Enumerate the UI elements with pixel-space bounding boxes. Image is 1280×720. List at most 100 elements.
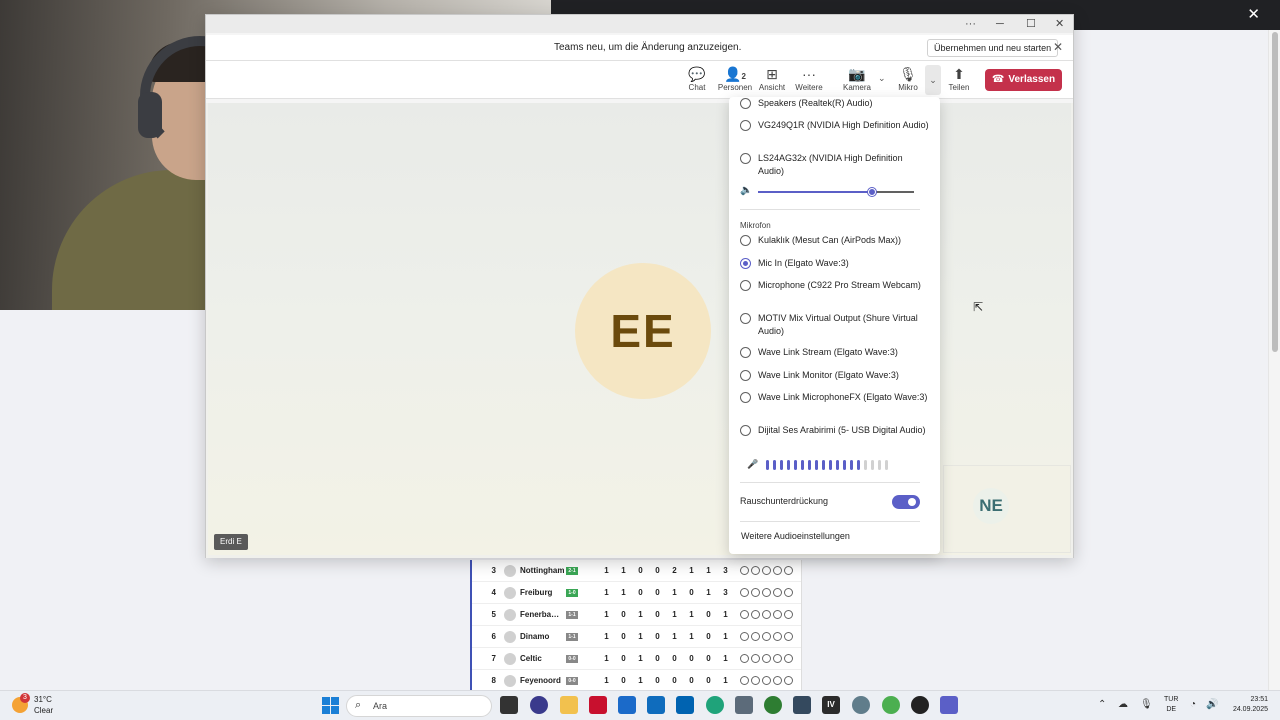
network-tray-icon[interactable]: ☁: [1118, 699, 1128, 710]
radio-button[interactable]: [740, 280, 751, 291]
chevron-up-icon[interactable]: ⌃: [1098, 699, 1106, 710]
form-dot: [784, 654, 793, 663]
mic-level-bar: [829, 459, 833, 470]
team-name[interactable]: Dinamo: [520, 632, 566, 641]
team-rank: 6: [491, 632, 496, 641]
table-row[interactable]: 4 Freiburg 1-0 1 1 0 0 1 0 1 3: [472, 582, 801, 604]
radio-button[interactable]: [740, 313, 751, 324]
form-dots: [740, 632, 793, 641]
share-button[interactable]: ⬆ Teilen: [937, 66, 981, 94]
volume-track[interactable]: [758, 188, 914, 196]
speaker-option[interactable]: LS24AG32x (NVIDIA High Definition Audio): [740, 152, 930, 178]
security-app-icon[interactable]: [589, 696, 607, 714]
editor-app-icon[interactable]: [618, 696, 636, 714]
microphone-option[interactable]: Wave Link Monitor (Elgato Wave:3): [740, 369, 930, 382]
taskbar: 3 31°C Clear ⌕ Ara IV ⌃ ☁ 🎙 TUR DE ◔ 🔊 2…: [0, 690, 1280, 720]
volume-icon[interactable]: 🔊: [1206, 699, 1218, 710]
table-row[interactable]: 8 Feyenoord 0-0 1 0 1 0 0 0 0 1: [472, 670, 801, 690]
participant-avatar: EE: [575, 263, 711, 399]
microphone-option[interactable]: Microphone (C922 Pro Stream Webcam): [740, 279, 930, 292]
form-dot: [762, 588, 771, 597]
team-rank: 4: [491, 588, 496, 597]
team-name[interactable]: Feyenoord: [520, 676, 566, 685]
input-language-indicator[interactable]: TUR DE: [1164, 695, 1178, 715]
camera-button[interactable]: 📷 Kamera: [835, 66, 879, 94]
close-window-icon[interactable]: ✕: [1055, 17, 1064, 31]
team-stat: 0: [706, 654, 711, 663]
iv-app-icon[interactable]: IV: [822, 696, 840, 714]
leave-button[interactable]: ☎ Verlassen: [985, 69, 1062, 91]
team-name[interactable]: Freiburg: [520, 588, 566, 597]
microphone-option[interactable]: MOTIV Mix Virtual Output (Shure Virtual …: [740, 312, 930, 338]
radio-button[interactable]: [740, 370, 751, 381]
start-button[interactable]: [322, 697, 339, 714]
microphone-option-label: Microphone (C922 Pro Stream Webcam): [758, 280, 921, 290]
radio-button[interactable]: [740, 392, 751, 403]
chrome-icon[interactable]: [882, 696, 900, 714]
scrollbar-thumb[interactable]: [1272, 32, 1278, 352]
mic-button[interactable]: 🎙 Mikro: [886, 66, 930, 94]
settings-gear-icon[interactable]: [852, 696, 870, 714]
radio-button[interactable]: [740, 98, 751, 109]
radio-button[interactable]: [740, 347, 751, 358]
table-row[interactable]: 6 Dinamo 1-1 1 0 1 0 1 1 0 1: [472, 626, 801, 648]
close-icon[interactable]: ✕: [1247, 6, 1260, 24]
microphone-option[interactable]: Dijital Ses Arabirimi (5- USB Digital Au…: [740, 424, 930, 437]
radio-button[interactable]: [740, 120, 751, 131]
team-stat: 1: [672, 632, 677, 641]
sports-app-icon[interactable]: [530, 696, 548, 714]
noise-suppression-toggle[interactable]: [892, 495, 920, 509]
task-view-icon[interactable]: [500, 696, 518, 714]
team-stat: 1: [604, 610, 609, 619]
wifi-icon[interactable]: ◔: [1190, 699, 1196, 710]
more-actions-button[interactable]: ··· Weitere: [787, 66, 831, 94]
radio-button[interactable]: [740, 258, 751, 269]
microphone-option[interactable]: Kulaklık (Mesut Can (AirPods Max)): [740, 234, 930, 247]
page-scrollbar[interactable]: [1268, 30, 1280, 690]
team-name[interactable]: Fenerba…: [520, 610, 566, 619]
maximize-icon[interactable]: ☐: [1026, 17, 1036, 31]
taskbar-search[interactable]: ⌕ Ara: [346, 695, 492, 717]
microphone-option[interactable]: Wave Link MicrophoneFX (Elgato Wave:3): [740, 391, 930, 404]
last-result-badge: 0-0: [566, 676, 578, 685]
team-stat: 1: [621, 588, 626, 597]
vpn-app-icon[interactable]: [764, 696, 782, 714]
radio-button[interactable]: [740, 153, 751, 164]
speaker-option[interactable]: VG249Q1R (NVIDIA High Definition Audio): [740, 119, 930, 132]
radio-button[interactable]: [740, 425, 751, 436]
outlook-icon[interactable]: [647, 696, 665, 714]
team-name[interactable]: Nottingham: [520, 566, 566, 575]
radio-button[interactable]: [740, 235, 751, 246]
file-explorer-icon[interactable]: [560, 696, 578, 714]
microphone-tray-icon[interactable]: 🎙: [1140, 699, 1153, 710]
team-stat: 1: [604, 566, 609, 575]
more-options-icon[interactable]: ···: [965, 17, 976, 31]
teams-icon[interactable]: [940, 696, 958, 714]
weather-widget[interactable]: 3 31°C Clear: [12, 693, 53, 716]
minimize-icon[interactable]: ─: [996, 17, 1004, 31]
speaker-volume-slider[interactable]: 🔈: [740, 185, 915, 199]
more-audio-settings-link[interactable]: Weitere Audioeinstellungen: [741, 531, 850, 541]
apply-restart-button[interactable]: Übernehmen und neu starten: [927, 39, 1059, 57]
form-dot: [740, 632, 749, 641]
team-stat: 1: [723, 654, 728, 663]
team-name[interactable]: Celtic: [520, 654, 566, 663]
table-row[interactable]: 5 Fenerba… 1-1 1 0 1 0 1 1 0 1: [472, 604, 801, 626]
microphone-option[interactable]: Mic In (Elgato Wave:3): [740, 257, 930, 270]
speaker-option-label: Speakers (Realtek(R) Audio): [758, 98, 873, 108]
camera-options-chevron-icon[interactable]: ⌄: [878, 73, 886, 84]
network-app-icon[interactable]: [793, 696, 811, 714]
volume-thumb[interactable]: [867, 188, 876, 196]
edge-browser-icon[interactable]: [706, 696, 724, 714]
system-clock[interactable]: 23:51 24.09.2025: [1226, 695, 1268, 715]
table-row[interactable]: 7 Celtic 0-0 1 0 1 0 0 0 0 1: [472, 648, 801, 670]
media-app-icon[interactable]: [911, 696, 929, 714]
speaker-option[interactable]: Speakers (Realtek(R) Audio): [740, 97, 930, 110]
table-row[interactable]: 3 Nottingham 2-1 1 1 0 0 2 1 1 3: [472, 560, 801, 582]
microphone-option[interactable]: Wave Link Stream (Elgato Wave:3): [740, 346, 930, 359]
store-icon[interactable]: [676, 696, 694, 714]
main-video-tile[interactable]: EE Erdi E NE: [208, 103, 1071, 555]
close-icon[interactable]: ✕: [1053, 40, 1063, 54]
photos-icon[interactable]: [735, 696, 753, 714]
mouse-cursor-icon: ⇱: [973, 300, 984, 314]
